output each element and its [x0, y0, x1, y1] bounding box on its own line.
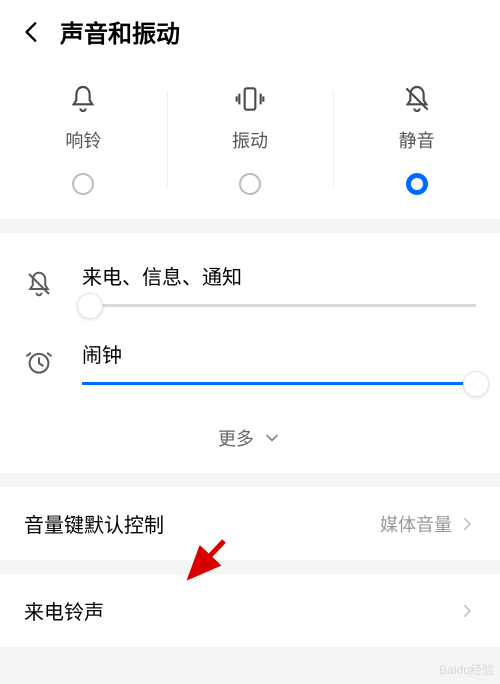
mode-label: 静音 — [399, 127, 435, 153]
slider-incoming-track[interactable] — [82, 304, 476, 307]
setting-label: 音量键默认控制 — [24, 509, 164, 538]
mode-radio[interactable] — [239, 173, 261, 195]
setting-volume-key-control[interactable]: 音量键默认控制 媒体音量 — [0, 487, 500, 560]
slider-thumb[interactable] — [463, 371, 489, 397]
bell-off-icon — [24, 269, 54, 299]
slider-alarm: 闹钟 — [24, 339, 476, 385]
chevron-right-icon — [458, 602, 476, 620]
mode-vibrate[interactable]: 振动 — [167, 83, 334, 195]
alarm-clock-icon — [24, 347, 54, 377]
back-button[interactable] — [18, 18, 46, 46]
more-label: 更多 — [218, 425, 254, 451]
chevron-down-icon — [262, 428, 282, 448]
header-section: 声音和振动 响铃 振动 静音 — [0, 0, 500, 219]
slider-thumb[interactable] — [77, 293, 103, 319]
mode-ring[interactable]: 响铃 — [0, 83, 167, 195]
slider-incoming: 来电、信息、通知 — [24, 261, 476, 307]
settings-list: 音量键默认控制 媒体音量 来电铃声 — [0, 487, 500, 647]
vibrate-icon — [234, 83, 266, 115]
bell-icon — [67, 83, 99, 115]
more-button[interactable]: 更多 — [24, 417, 476, 455]
chevron-right-icon — [458, 515, 476, 533]
sound-mode-selector: 响铃 振动 静音 — [0, 61, 500, 219]
mode-label: 响铃 — [65, 127, 101, 153]
bell-off-icon — [401, 83, 433, 115]
slider-alarm-track[interactable] — [82, 382, 476, 385]
setting-value: 媒体音量 — [380, 511, 452, 537]
setting-label: 来电铃声 — [24, 596, 104, 625]
setting-ringtone[interactable]: 来电铃声 — [0, 574, 500, 647]
mode-radio[interactable] — [406, 173, 428, 195]
watermark: Baidu经验 — [439, 661, 494, 678]
volume-sliders-section: 来电、信息、通知 闹钟 更多 — [0, 233, 500, 473]
slider-label: 来电、信息、通知 — [82, 261, 476, 290]
mode-radio[interactable] — [72, 173, 94, 195]
page-title: 声音和振动 — [60, 14, 180, 49]
mode-silent[interactable]: 静音 — [333, 83, 500, 195]
slider-label: 闹钟 — [82, 339, 476, 368]
mode-label: 振动 — [232, 127, 268, 153]
arrow-left-icon — [19, 19, 45, 45]
